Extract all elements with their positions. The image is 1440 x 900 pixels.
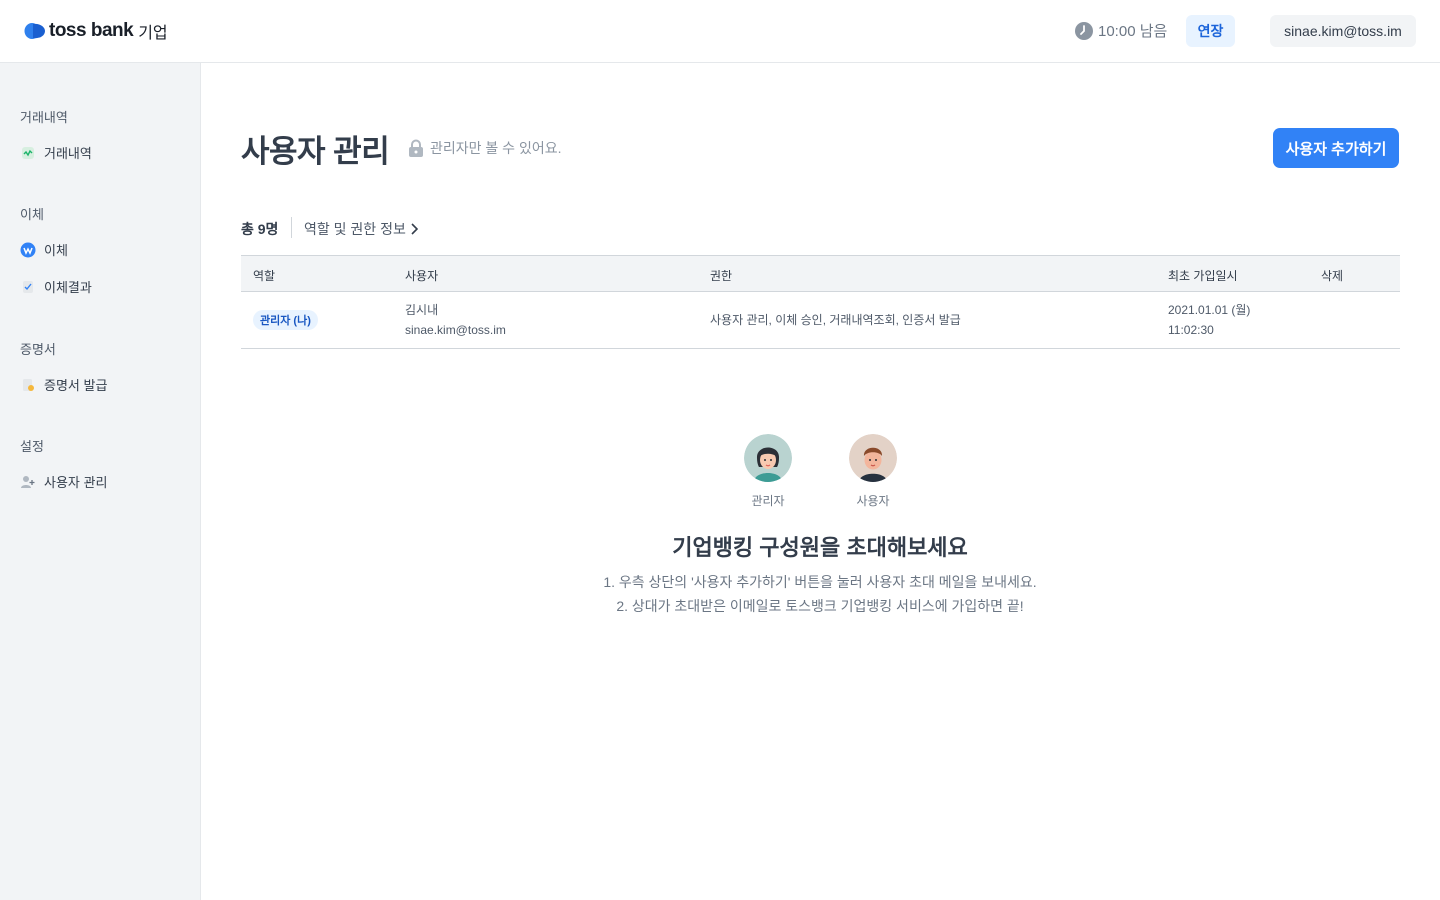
sidebar-item-label: 이체결과 [44,280,92,295]
role-permission-link[interactable]: 역할 및 권한 정보 [304,219,418,239]
toss-logo-icon [24,23,45,39]
user-name: 김시내 [405,303,439,317]
toss-bank-logo[interactable]: toss bank 기업 [24,19,168,43]
sidebar-item-user-management[interactable]: 사용자 관리 [20,472,107,491]
column-header-role: 역할 [253,269,276,283]
joined-time: 11:02:30 [1168,323,1214,337]
user-permissions: 사용자 관리, 이체 승인, 거래내역조회, 인증서 발급 [710,313,961,327]
sidebar-item-label: 거래내역 [44,146,92,161]
invite-step-1: 1. 우측 상단의 '사용자 추가하기' 버튼을 눌러 사용자 초대 메일을 보… [603,574,1037,590]
session-timer: 10:00 남음 [1075,20,1167,41]
admin-only-notice: 관리자만 볼 수 있어요. [408,138,561,158]
column-header-permission: 권한 [710,269,733,283]
timer-text: 10:00 남음 [1098,23,1168,40]
role-link-label: 역할 및 권한 정보 [304,221,406,237]
sidebar-item-label: 이체 [44,243,68,258]
admin-avatar [744,434,792,482]
sidebar-section-certificate: 증명서 [20,342,56,357]
divider [291,217,292,238]
extend-session-button[interactable]: 연장 [1186,15,1235,47]
sidebar-section-transfer: 이체 [20,207,44,222]
admin-avatar-label: 관리자 [751,494,785,508]
sidebar-item-label: 사용자 관리 [44,475,108,490]
account-button[interactable]: sinae.kim@toss.im [1270,15,1416,47]
sidebar-section-settings: 설정 [20,439,44,454]
transfer-icon [20,242,36,258]
sidebar-item-certificate[interactable]: 증명서 발급 [20,375,107,394]
column-header-joined: 최초 가입일시 [1168,269,1238,283]
invite-step-2: 2. 상대가 초대받은 이메일로 토스뱅크 기업뱅킹 서비스에 가입하면 끝! [616,598,1024,614]
column-header-user: 사용자 [405,269,439,283]
column-header-delete: 삭제 [1321,269,1344,283]
admin-only-text: 관리자만 볼 수 있어요. [430,140,562,156]
page-title: 사용자 관리 [241,134,390,169]
user-add-icon [20,474,36,490]
clock-icon [1075,21,1093,40]
sidebar-section-transactions: 거래내역 [20,110,68,125]
table-header: 역할 사용자 권한 최초 가입일시 삭제 [241,255,1400,292]
sidebar-item-label: 증명서 발급 [44,378,108,393]
sidebar-item-transfer-result[interactable]: 이체결과 [20,277,92,296]
joined-date: 2021.01.01 (월) [1168,303,1251,317]
add-user-button[interactable]: 사용자 추가하기 [1273,128,1399,168]
top-header: toss bank 기업 10:00 남음 연장 sinae.kim@toss.… [0,0,1440,63]
sidebar: 거래내역 거래내역 이체 이체 이체결과 증명서 증명서 발급 설정 사용자 관… [0,63,201,900]
user-email: sinae.kim@toss.im [405,323,506,337]
transactions-icon [20,145,36,161]
sidebar-item-transactions[interactable]: 거래내역 [20,143,92,162]
certificate-icon [20,377,36,393]
table-row[interactable]: 관리자 (나) 김시내 sinae.kim@toss.im 사용자 관리, 이체… [241,292,1400,349]
invite-title: 기업뱅킹 구성원을 초대해보세요 [672,535,968,560]
role-badge: 관리자 (나) [253,310,318,330]
logo-text: toss bank [49,20,134,41]
user-avatar-label: 사용자 [856,494,890,508]
transfer-result-icon [20,279,36,295]
user-avatar [849,434,897,482]
sidebar-item-transfer[interactable]: 이체 [20,240,68,259]
logo-sub: 기업 [138,25,168,42]
lock-icon [409,139,423,157]
chevron-right-icon [411,223,418,235]
total-count: 총 9명 [241,221,279,237]
